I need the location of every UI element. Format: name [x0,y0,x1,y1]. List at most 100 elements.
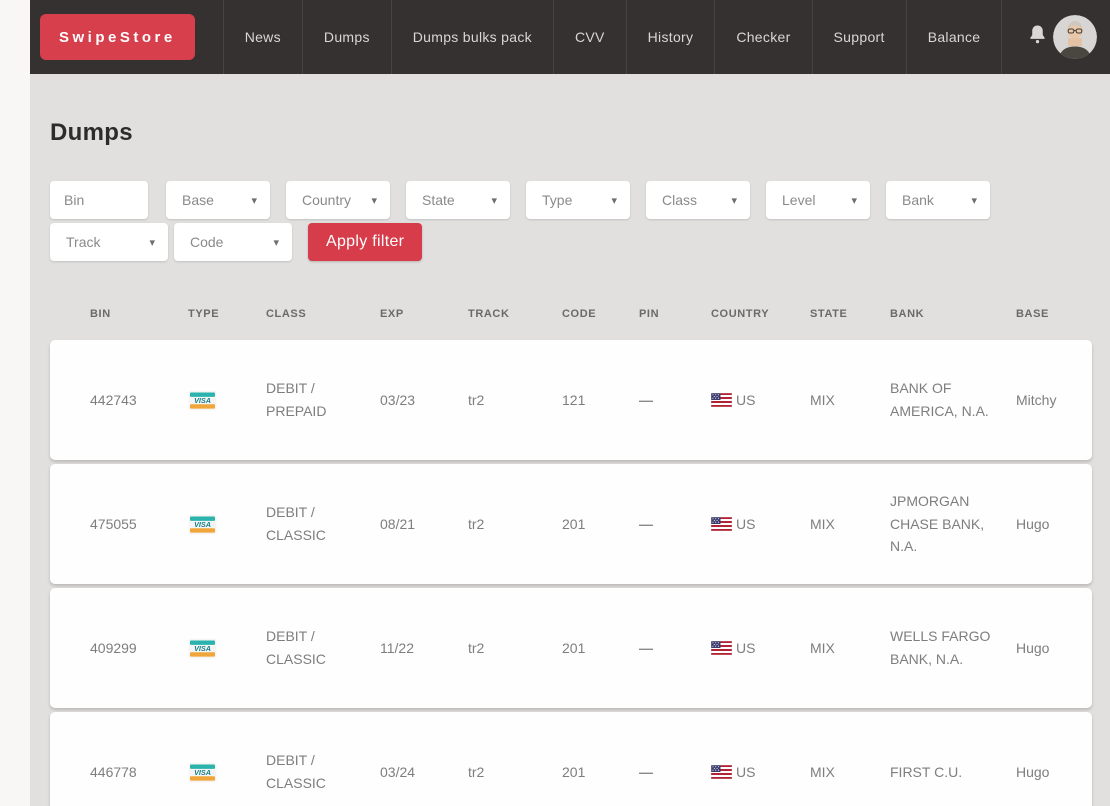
nav-item-cvv[interactable]: CVV [553,0,626,74]
cell-code: 201 [534,637,619,660]
svg-text:VISA: VISA [194,519,211,528]
column-header-bank: BANK [866,308,996,320]
filter-select-label: Level [782,192,815,208]
filter-bank[interactable]: Bank ▾ [886,181,990,219]
chevron-down-icon: ▾ [273,236,279,249]
cell-pin: — [619,389,689,412]
column-header-class: CLASS [238,308,356,320]
cell-country: US [689,761,794,784]
nav-item-label: Support [834,29,885,45]
cell-country: US [689,513,794,536]
filter-select-label: Base [182,192,214,208]
cell-exp: 03/24 [356,761,444,784]
chevron-down-icon: ▾ [491,194,497,207]
cell-class: DEBIT / CLASSIC [238,749,356,794]
no-pin-dash-icon: — [639,761,652,784]
cell-track: tr2 [444,389,534,412]
column-header-base: BASE [996,308,1092,320]
no-pin-dash-icon: — [639,637,652,660]
nav-item-label: Balance [928,29,981,45]
cell-pin: — [619,513,689,536]
chevron-down-icon: ▾ [149,236,155,249]
cell-country: US [689,637,794,660]
avatar[interactable] [1053,15,1097,59]
nav-item-label: Checker [736,29,790,45]
nav-item-balance[interactable]: Balance [906,0,1003,74]
filter-base[interactable]: Base ▾ [166,181,270,219]
cell-type: VISA [162,762,238,783]
swipestore-logo[interactable]: SwipeStore [40,14,195,60]
table-row-442743[interactable]: 442743 VISA DEBIT / PREPAID 03/23 tr2 12… [50,340,1092,460]
column-header-exp: EXP [356,308,444,320]
bin-input[interactable] [50,181,148,219]
nav-item-checker[interactable]: Checker [714,0,811,74]
cell-bank: JPMORGAN CHASE BANK, N.A. [866,490,996,558]
nav-item-support[interactable]: Support [812,0,906,74]
cell-base: Hugo [996,513,1092,536]
filter-row-1: Base ▾ Country ▾ State ▾ Type ▾ Class ▾ … [50,181,1092,219]
table-row-409299[interactable]: 409299 VISA DEBIT / CLASSIC 11/22 tr2 20… [50,588,1092,708]
cell-bin: 475055 [50,513,162,536]
column-header-country: COUNTRY [689,308,794,320]
cell-bin: 409299 [50,637,162,660]
filter-select-label: State [422,192,455,208]
notifications-button[interactable] [1026,0,1049,74]
us-flag-icon [711,393,732,407]
cell-code: 201 [534,513,619,536]
app-window: SwipeStore News Dumps Dumps bulks pack C… [30,0,1110,806]
filter-country[interactable]: Country ▾ [286,181,390,219]
nav-item-label: News [245,29,281,45]
cell-state: MIX [794,637,866,660]
visa-card-icon: VISA [188,762,217,783]
nav-item-label: History [648,29,694,45]
table-body: 442743 VISA DEBIT / PREPAID 03/23 tr2 12… [50,340,1092,806]
nav-item-dumps[interactable]: Dumps [302,0,391,74]
filter-track[interactable]: Track ▾ [50,223,168,261]
us-flag-icon [711,765,732,779]
cell-pin: — [619,761,689,784]
svg-text:VISA: VISA [194,643,211,652]
column-header-bin: BIN [50,308,162,320]
filter-type[interactable]: Type ▾ [526,181,630,219]
cell-class: DEBIT / PREPAID [238,377,356,422]
table-header-row: BINTYPECLASSEXPTRACKCODEPINCOUNTRYSTATEB… [50,288,1092,340]
apply-filter-button[interactable]: Apply filter [308,223,422,261]
chevron-down-icon: ▾ [971,194,977,207]
nav-item-dumps-bulks-pack[interactable]: Dumps bulks pack [391,0,553,74]
filter-select-label: Bank [902,192,934,208]
us-flag-icon [711,641,732,655]
column-header-pin: PIN [619,308,689,320]
user-menu[interactable] [1053,0,1097,74]
chevron-down-icon: ▾ [851,194,857,207]
nav-item-label: Dumps bulks pack [413,29,532,45]
cell-type: VISA [162,514,238,535]
dumps-table: BINTYPECLASSEXPTRACKCODEPINCOUNTRYSTATEB… [50,288,1092,806]
table-row-446778[interactable]: 446778 VISA DEBIT / CLASSIC 03/24 tr2 20… [50,712,1092,806]
svg-text:VISA: VISA [194,767,211,776]
nav-item-history[interactable]: History [626,0,715,74]
no-pin-dash-icon: — [639,389,652,412]
cell-type: VISA [162,390,238,411]
column-header-code: CODE [534,308,619,320]
visa-card-icon: VISA [188,390,217,411]
cell-exp: 11/22 [356,637,444,660]
cell-track: tr2 [444,637,534,660]
cell-exp: 03/23 [356,389,444,412]
filter-code[interactable]: Code ▾ [174,223,292,261]
cell-bin: 446778 [50,761,162,784]
svg-text:VISA: VISA [194,395,211,404]
cell-class: DEBIT / CLASSIC [238,625,356,670]
cell-base: Hugo [996,761,1092,784]
cell-state: MIX [794,389,866,412]
filter-select-label: Code [190,234,223,250]
page-title: Dumps [50,119,1092,147]
cell-track: tr2 [444,761,534,784]
cell-bin: 442743 [50,389,162,412]
visa-card-icon: VISA [188,638,217,659]
chevron-down-icon: ▾ [611,194,617,207]
filter-level[interactable]: Level ▾ [766,181,870,219]
filter-state[interactable]: State ▾ [406,181,510,219]
nav-item-news[interactable]: News [223,0,302,74]
filter-class[interactable]: Class ▾ [646,181,750,219]
table-row-475055[interactable]: 475055 VISA DEBIT / CLASSIC 08/21 tr2 20… [50,464,1092,584]
